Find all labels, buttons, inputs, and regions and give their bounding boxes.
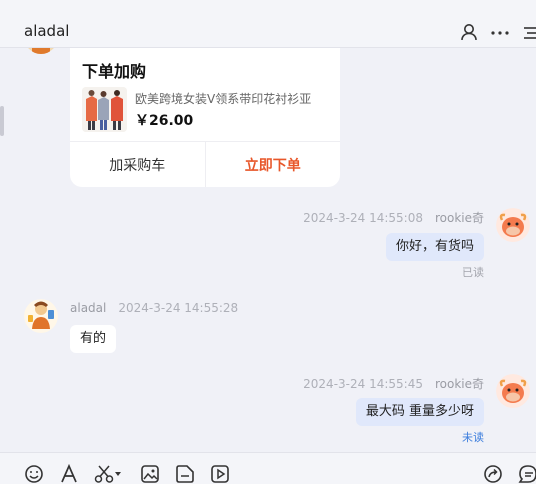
unread-status: 未读 — [462, 431, 484, 444]
order-now-button[interactable]: 立即下单 — [206, 142, 341, 187]
message-meta: 2024-3-24 14:55:08 rookie奇 — [303, 209, 484, 226]
product-thumbnail[interactable] — [82, 87, 127, 132]
card-buttons: 加采购车 立即下单 — [70, 141, 340, 187]
share-icon[interactable] — [483, 464, 503, 484]
video-icon[interactable] — [210, 464, 230, 484]
avatar-rookie[interactable] — [496, 208, 530, 242]
message-time: 2024-3-24 14:55:08 — [303, 211, 423, 225]
chat-title: aladal — [24, 22, 70, 40]
message-meta: 2024-3-24 14:55:45 rookie奇 — [303, 375, 484, 392]
message-bubble-incoming[interactable]: 有的 — [70, 325, 117, 353]
folder-icon[interactable] — [175, 464, 195, 484]
quick-reply-icon[interactable] — [518, 464, 536, 484]
chat-header: aladal — [0, 0, 536, 48]
user-icon[interactable] — [459, 22, 479, 42]
read-status: 已读 — [462, 266, 484, 279]
message-bubble-outgoing[interactable]: 最大码 重量多少呀 — [355, 398, 484, 426]
emoji-icon[interactable] — [24, 464, 44, 484]
message-meta: aladal 2024-3-24 14:55:28 — [70, 301, 238, 315]
card-title: 下单加购 — [82, 62, 147, 81]
sender-name: aladal — [70, 301, 107, 315]
avatar-rookie[interactable] — [496, 374, 530, 408]
product-name[interactable]: 欧美跨境女装V领系带印花衬衫亚 — [135, 90, 330, 107]
more-icon[interactable] — [490, 22, 510, 42]
message-time: 2024-3-24 14:55:28 — [118, 301, 239, 315]
image-icon[interactable] — [140, 464, 160, 484]
avatar-aladal[interactable] — [24, 299, 58, 333]
message-time: 2024-3-24 14:55:45 — [303, 377, 423, 391]
product-card: 下单加购 欧美跨境女装V领系带印花衬衫亚 ￥26.00 加采购车 立即下单 — [70, 48, 340, 187]
scissors-icon[interactable] — [94, 464, 122, 484]
scrollbar-handle[interactable] — [0, 106, 4, 136]
list-icon[interactable] — [522, 22, 536, 42]
font-icon[interactable] — [59, 464, 79, 484]
input-toolbar — [0, 452, 536, 484]
sender-name: rookie奇 — [434, 377, 484, 391]
message-bubble-outgoing[interactable]: 你好，有货吗 — [385, 233, 484, 261]
product-price: ￥26.00 — [135, 113, 194, 129]
sender-name: rookie奇 — [434, 211, 484, 225]
add-to-cart-button[interactable]: 加采购车 — [70, 142, 206, 187]
